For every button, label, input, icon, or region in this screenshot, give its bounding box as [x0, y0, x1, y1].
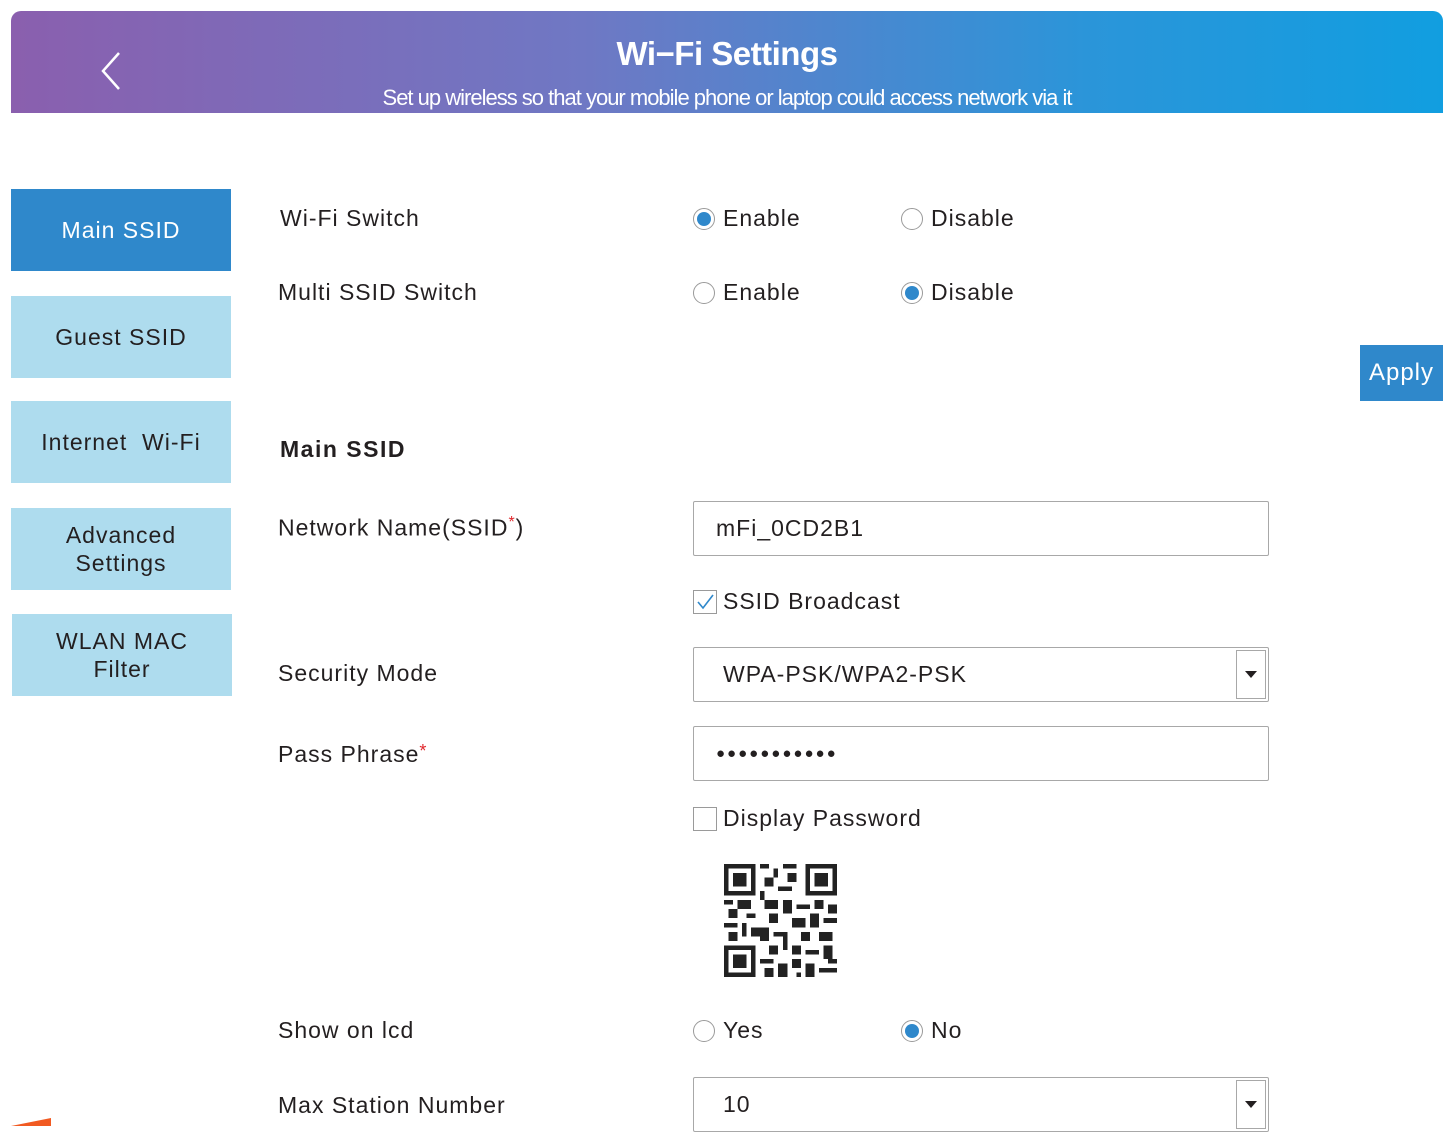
network-name-label-close: ) [515, 514, 525, 541]
qr-code-icon [724, 864, 837, 977]
radio-label: Enable [723, 205, 801, 231]
show-on-lcd-label: Show on lcd [278, 1017, 415, 1043]
sidebar-item-label: Main SSID [61, 217, 181, 243]
page-subtitle: Set up wireless so that your mobile phon… [382, 85, 1073, 110]
max-station-value: 10 [723, 1091, 751, 1117]
radio-button[interactable] [901, 207, 923, 230]
apply-button[interactable]: Apply [1360, 345, 1443, 401]
checkmark-icon [697, 594, 714, 609]
radio-label: Disable [931, 279, 1015, 305]
radio-button[interactable] [693, 1019, 715, 1042]
show-on-lcd-no-radio[interactable]: No [901, 1017, 962, 1044]
sidebar-item-wlan-mac-filter[interactable]: WLAN MAC Filter [12, 614, 232, 696]
multi-ssid-enable-radio[interactable]: Enable [693, 279, 801, 306]
ssid-broadcast-checkbox[interactable] [693, 589, 717, 614]
show-on-lcd-yes-radio[interactable]: Yes [693, 1017, 764, 1044]
radio-label: Enable [723, 279, 801, 305]
display-password-label: Display Password [723, 805, 922, 831]
corner-decoration [11, 1118, 51, 1126]
sidebar-item-internet-wifi[interactable]: Internet Wi-Fi [11, 401, 231, 483]
max-station-select[interactable]: 10 [693, 1077, 1269, 1132]
security-mode-value: WPA-PSK/WPA2-PSK [723, 661, 967, 687]
max-station-label: Max Station Number [278, 1092, 506, 1118]
page-header: Wi−Fi Settings Set up wireless so that y… [11, 11, 1443, 113]
network-name-label: Network Name(SSID*) [278, 514, 524, 542]
radio-button[interactable] [901, 1019, 923, 1042]
chevron-down-icon[interactable] [1236, 650, 1266, 699]
radio-label: Disable [931, 205, 1015, 231]
network-name-value: mFi_0CD2B1 [716, 515, 865, 541]
radio-button[interactable] [693, 281, 715, 304]
ssid-broadcast-checkbox-row[interactable]: SSID Broadcast [693, 588, 901, 615]
required-mark: * [419, 741, 428, 761]
sidebar-item-guest-ssid[interactable]: Guest SSID [11, 296, 231, 378]
display-password-checkbox-row[interactable]: Display Password [693, 805, 922, 832]
multi-ssid-switch-label: Multi SSID Switch [278, 279, 478, 305]
security-mode-label: Security Mode [278, 660, 439, 686]
security-mode-select[interactable]: WPA-PSK/WPA2-PSK [693, 647, 1269, 702]
radio-button[interactable] [693, 207, 715, 230]
network-name-label-text: Network Name(SSID [278, 514, 509, 541]
sidebar-item-label: WLAN MAC Filter [56, 628, 188, 682]
section-title: Main SSID [280, 436, 406, 462]
wifi-switch-enable-radio[interactable]: Enable [693, 205, 801, 232]
display-password-checkbox[interactable] [693, 806, 717, 831]
pass-phrase-input[interactable]: ●●●●●●●●●●● [693, 726, 1269, 781]
multi-ssid-disable-radio[interactable]: Disable [901, 279, 1015, 306]
network-name-input[interactable]: mFi_0CD2B1 [693, 501, 1269, 556]
pass-phrase-label: Pass Phrase* [278, 741, 427, 768]
radio-label: No [931, 1017, 963, 1043]
wifi-switch-disable-radio[interactable]: Disable [901, 205, 1015, 232]
page-title: Wi−Fi Settings [616, 35, 838, 72]
pass-phrase-label-text: Pass Phrase [278, 741, 420, 767]
sidebar-item-label: Guest SSID [55, 324, 187, 350]
sidebar-item-label: Advanced Settings [65, 522, 177, 576]
required-mark: * [508, 514, 516, 531]
sidebar-item-advanced-settings[interactable]: Advanced Settings [11, 508, 231, 590]
ssid-broadcast-label: SSID Broadcast [723, 588, 901, 614]
sidebar-item-label: Internet Wi-Fi [41, 429, 201, 455]
radio-label: Yes [723, 1017, 764, 1043]
sidebar-item-main-ssid[interactable]: Main SSID [11, 189, 231, 271]
radio-button[interactable] [901, 281, 923, 304]
wifi-switch-label: Wi-Fi Switch [280, 205, 420, 231]
pass-phrase-value: ●●●●●●●●●●● [716, 745, 838, 762]
chevron-down-icon[interactable] [1236, 1080, 1266, 1129]
